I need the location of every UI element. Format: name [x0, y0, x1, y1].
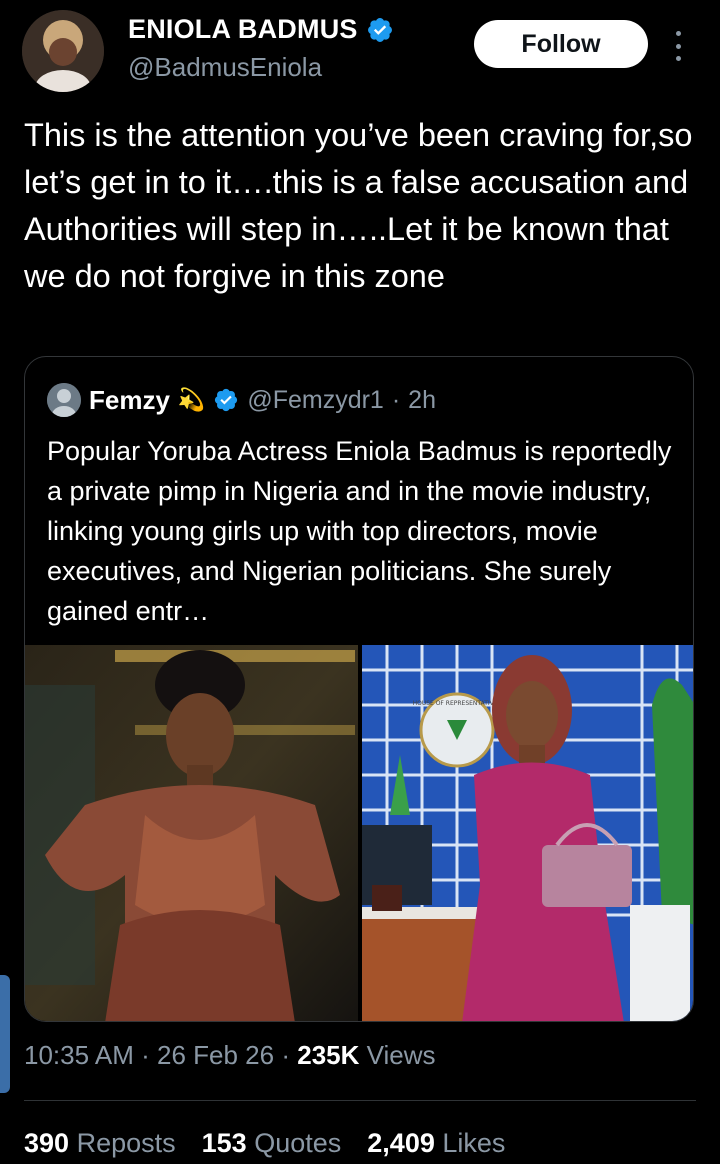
quotes-stat[interactable]: 153 Quotes — [202, 1128, 342, 1159]
likes-stat[interactable]: 2,409 Likes — [367, 1128, 505, 1159]
quoted-time[interactable]: 2h — [408, 386, 436, 415]
verified-badge-icon — [215, 388, 238, 412]
quoted-text: Popular Yoruba Actress Eniola Badmus is … — [47, 436, 672, 626]
tweet-meta: 10:35 AM · 26 Feb 26 · 235K Views — [24, 1040, 436, 1071]
follow-button[interactable]: Follow — [474, 20, 648, 68]
author-name[interactable]: ENIOLA BADMUS — [128, 14, 358, 45]
engagement-stats: 390 Reposts 153 Quotes 2,409 Likes — [24, 1128, 505, 1159]
quoted-handle[interactable]: @Femzydr1 — [247, 386, 384, 415]
meta-separator: · — [141, 1040, 150, 1070]
meta-separator: · — [281, 1040, 290, 1070]
views-label: Views — [366, 1040, 436, 1070]
likes-count: 2,409 — [367, 1128, 435, 1158]
reposts-label: Reposts — [76, 1128, 176, 1158]
tweet-text: This is the attention you’ve been cravin… — [24, 117, 693, 294]
verified-badge-icon — [367, 17, 392, 42]
quotes-label: Quotes — [254, 1128, 342, 1158]
author-handle[interactable]: @BadmusEniola — [128, 52, 322, 83]
quoted-media[interactable]: HOUSE OF REPRESENTATIVES — [25, 645, 693, 1021]
author-avatar[interactable] — [22, 10, 104, 92]
quoted-header: Femzy 💫 @Femzydr1 · 2h — [47, 383, 436, 417]
quoted-separator: · — [391, 385, 401, 414]
tweet-date[interactable]: 26 Feb 26 — [157, 1040, 274, 1070]
tweet-time[interactable]: 10:35 AM — [24, 1040, 134, 1070]
reposts-stat[interactable]: 390 Reposts — [24, 1128, 176, 1159]
quoted-tweet-card[interactable]: Femzy 💫 @Femzydr1 · 2h Popular Yoruba Ac… — [24, 356, 694, 1022]
quoted-image-1[interactable] — [25, 645, 358, 1021]
quoted-avatar[interactable] — [47, 383, 81, 417]
quotes-count: 153 — [201, 1128, 247, 1158]
dizzy-emoji: 💫 — [177, 387, 206, 412]
author-name-row[interactable]: ENIOLA BADMUS — [128, 14, 394, 45]
quoted-image-2[interactable]: HOUSE OF REPRESENTATIVES — [362, 645, 693, 1021]
likes-label: Likes — [442, 1128, 506, 1158]
divider — [24, 1100, 696, 1101]
more-options-icon[interactable] — [666, 28, 690, 64]
views-count: 235K — [297, 1040, 360, 1070]
reposts-count: 390 — [24, 1128, 70, 1158]
seal-text: HOUSE OF REPRESENTATIVES — [413, 700, 502, 707]
quoted-name[interactable]: Femzy — [89, 385, 170, 416]
side-edge-tab[interactable] — [0, 975, 10, 1093]
